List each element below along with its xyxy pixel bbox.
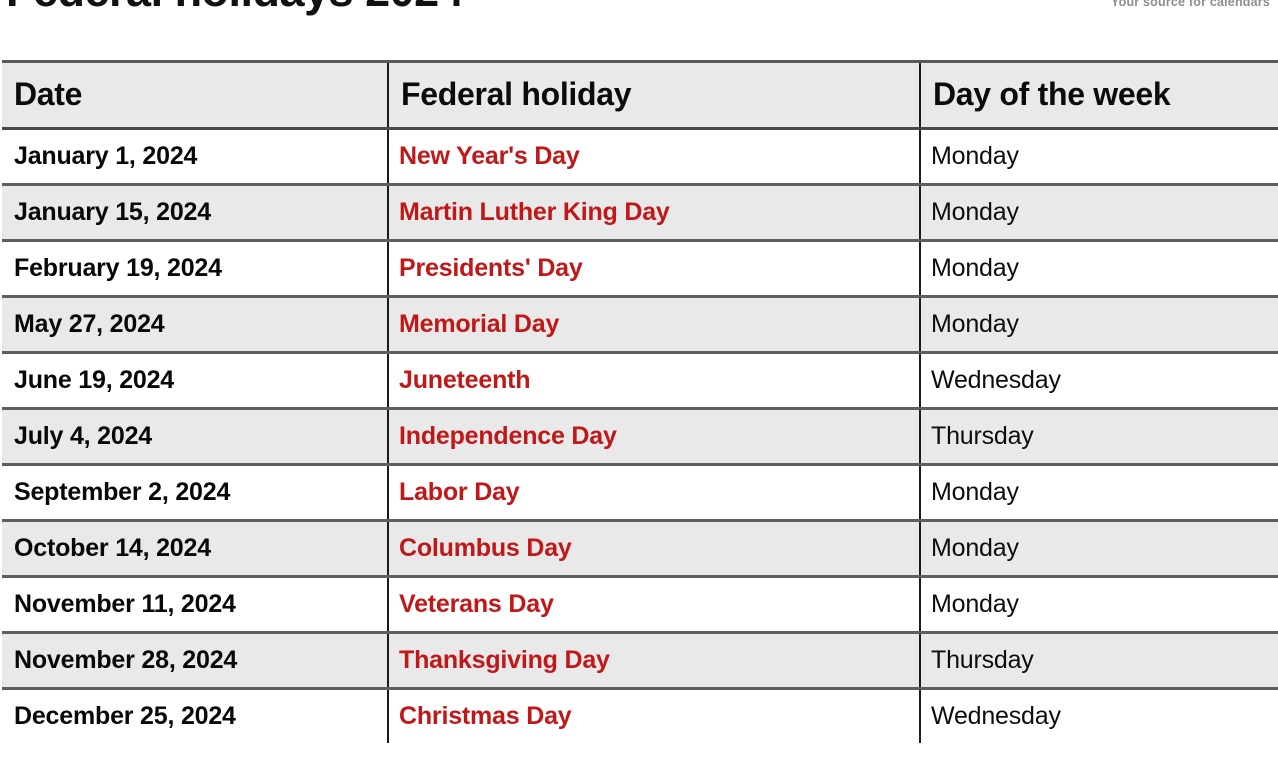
holiday-table-container: Date Federal holiday Day of the week Jan… <box>2 60 1278 743</box>
cell-federal-holiday: Columbus Day <box>388 520 921 578</box>
cell-date: October 14, 2024 <box>2 520 389 578</box>
table-row: October 14, 2024 Columbus Day Monday <box>2 520 1278 578</box>
cell-date: January 1, 2024 <box>2 128 389 186</box>
table-row: November 11, 2024 Veterans Day Monday <box>2 576 1278 634</box>
cell-federal-holiday: New Year's Day <box>388 128 921 186</box>
cell-day-of-the-week: Monday <box>920 520 1278 578</box>
cell-day-of-the-week: Monday <box>920 184 1278 242</box>
cell-date: May 27, 2024 <box>2 296 389 354</box>
table-row: November 28, 2024 Thanksgiving Day Thursda… <box>2 632 1278 690</box>
table-row: September 2, 2024 Labor Day Monday <box>2 464 1278 522</box>
cell-date: December 25, 2024 <box>2 688 389 743</box>
site-tagline: Your source for calendars <box>1111 0 1270 9</box>
table-row: January 1, 2024 New Year's Day Monday <box>2 128 1278 186</box>
page-root: Federal holidays 2024 Your source for ca… <box>0 0 1278 760</box>
cell-date: November 28, 2024 <box>2 632 389 690</box>
cell-date: September 2, 2024 <box>2 464 389 522</box>
column-header-date[interactable]: Date <box>2 60 389 130</box>
table-row: June 19, 2024 Juneteenth Wednesday <box>2 352 1278 410</box>
column-header-day-of-the-week[interactable]: Day of the week <box>920 60 1278 130</box>
table-row: July 4, 2024 Independence Day Thursday <box>2 408 1278 466</box>
cell-date: November 11, 2024 <box>2 576 389 634</box>
cell-federal-holiday: Independence Day <box>388 408 921 466</box>
cell-day-of-the-week: Monday <box>920 576 1278 634</box>
cell-federal-holiday: Christmas Day <box>388 688 921 743</box>
table-row: January 15, 2024 Martin Luther King Day Mo… <box>2 184 1278 242</box>
cell-day-of-the-week: Monday <box>920 296 1278 354</box>
cell-date: June 19, 2024 <box>2 352 389 410</box>
cell-federal-holiday: Juneteenth <box>388 352 921 410</box>
cell-day-of-the-week: Wednesday <box>920 352 1278 410</box>
table-row: December 25, 2024 Christmas Day Wednesday <box>2 688 1278 743</box>
cell-federal-holiday: Martin Luther King Day <box>388 184 921 242</box>
table-row: May 27, 2024 Memorial Day Monday <box>2 296 1278 354</box>
masthead: Federal holidays 2024 Your source for ca… <box>0 0 1278 46</box>
cell-federal-holiday: Thanksgiving Day <box>388 632 921 690</box>
cell-date: February 19, 2024 <box>2 240 389 298</box>
cell-federal-holiday: Labor Day <box>388 464 921 522</box>
table-row: February 19, 2024 Presidents' Day Monday <box>2 240 1278 298</box>
table-header-row: Date Federal holiday Day of the week <box>2 60 1278 130</box>
cell-day-of-the-week: Thursday <box>920 632 1278 690</box>
cell-day-of-the-week: Thursday <box>920 408 1278 466</box>
federal-holidays-table: Date Federal holiday Day of the week Jan… <box>2 60 1278 743</box>
cell-federal-holiday: Veterans Day <box>388 576 921 634</box>
cell-day-of-the-week: Monday <box>920 128 1278 186</box>
cell-date: July 4, 2024 <box>2 408 389 466</box>
cell-day-of-the-week: Monday <box>920 240 1278 298</box>
table-header: Date Federal holiday Day of the week <box>2 60 1278 130</box>
cell-day-of-the-week: Wednesday <box>920 688 1278 743</box>
cell-date: January 15, 2024 <box>2 184 389 242</box>
cell-federal-holiday: Presidents' Day <box>388 240 921 298</box>
column-header-federal-holiday[interactable]: Federal holiday <box>388 60 921 130</box>
page-title: Federal holidays 2024 <box>6 0 464 13</box>
cell-federal-holiday: Memorial Day <box>388 296 921 354</box>
table-body: January 1, 2024 New Year's Day Monday Janua… <box>2 128 1278 743</box>
cell-day-of-the-week: Monday <box>920 464 1278 522</box>
